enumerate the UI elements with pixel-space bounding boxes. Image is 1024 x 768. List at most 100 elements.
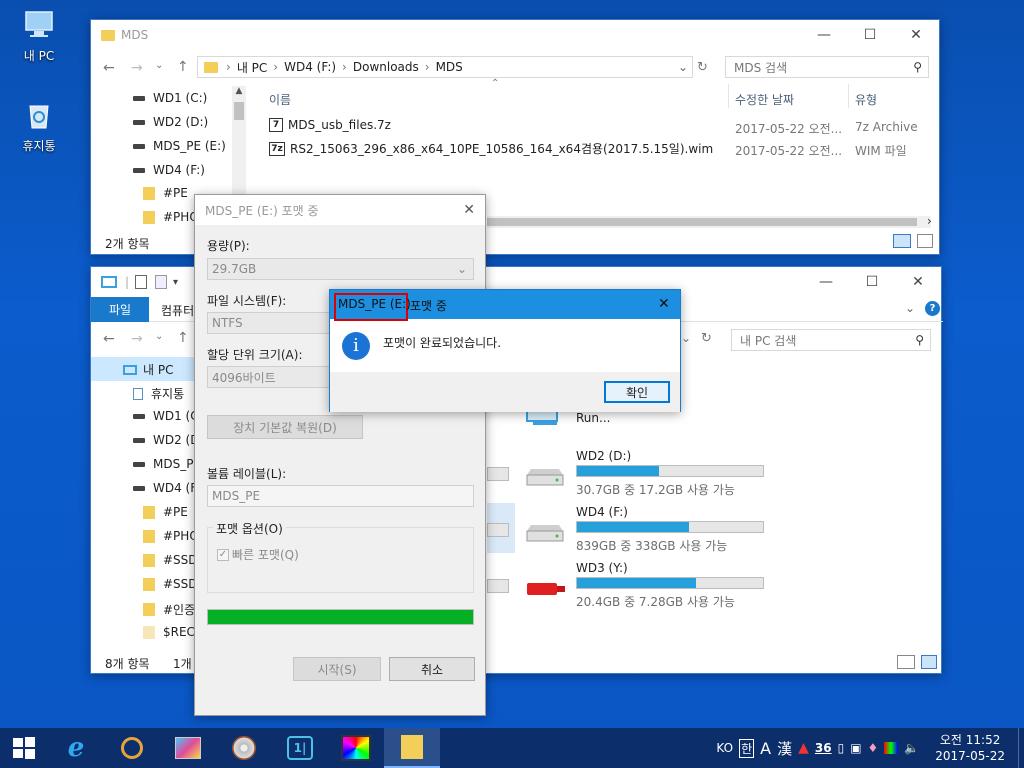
chevron-down-icon[interactable]: ⌄ xyxy=(681,331,691,345)
up-button[interactable]: ↑ xyxy=(177,330,189,346)
forward-button[interactable]: → xyxy=(131,60,143,76)
file-row[interactable]: 7 MDS_usb_files.7z xyxy=(269,118,391,132)
horizontal-scrollbar[interactable] xyxy=(487,216,931,228)
taskbar-image-app[interactable] xyxy=(160,728,216,768)
maximize-button[interactable]: ☐ xyxy=(847,20,893,50)
ime-alpha-icon[interactable]: A xyxy=(760,739,771,758)
tree-item-drive[interactable]: MDS_PE xyxy=(133,457,201,471)
drive-name[interactable]: WD4 (F:) xyxy=(576,505,628,519)
taskbar-color-app[interactable] xyxy=(328,728,384,768)
taskbar-search-app[interactable] xyxy=(104,728,160,768)
search-input[interactable]: MDS 검색 ⚲ xyxy=(725,56,929,78)
tab-computer[interactable]: 컴퓨터 xyxy=(161,302,194,319)
breadcrumb-item[interactable]: MDS xyxy=(436,60,463,74)
allocation-select[interactable]: 4096바이트 xyxy=(207,366,331,388)
back-button[interactable]: ← xyxy=(103,60,115,76)
minimize-button[interactable]: — xyxy=(801,20,847,50)
forward-button[interactable]: → xyxy=(131,331,143,347)
tree-item-drive[interactable]: WD1 (C:) xyxy=(133,91,207,105)
file-system-value: NTFS xyxy=(212,316,243,330)
new-folder-icon[interactable] xyxy=(155,275,168,289)
tree-item-folder[interactable]: #인증 xyxy=(143,601,195,618)
hanja-icon[interactable]: 漢 xyxy=(777,738,792,759)
tree-item-drive[interactable]: WD2 (D:) xyxy=(133,115,208,129)
tree-item-drive[interactable]: WD4 (F:) xyxy=(133,163,205,177)
column-divider[interactable] xyxy=(728,84,729,108)
volume-label-input[interactable]: MDS_PE xyxy=(207,485,474,507)
column-header-type[interactable]: 유형 xyxy=(855,91,877,108)
file-system-select[interactable]: NTFS xyxy=(207,312,331,334)
display-icon[interactable] xyxy=(884,742,899,754)
chevron-down-icon[interactable]: ⌄ xyxy=(678,60,688,74)
scroll-up-icon[interactable]: ▲ xyxy=(232,86,246,96)
desktop-icon-my-pc[interactable]: 내 PC xyxy=(9,8,69,64)
up-button[interactable]: ↑ xyxy=(177,59,189,75)
taskbar-installer[interactable] xyxy=(216,728,272,768)
maximize-button[interactable]: ☐ xyxy=(849,267,895,297)
show-desktop-button[interactable] xyxy=(1018,728,1024,768)
cancel-button[interactable]: 취소 xyxy=(389,657,475,681)
desktop-icon-recycle-bin[interactable]: 휴지통 xyxy=(9,98,69,154)
minimize-button[interactable]: — xyxy=(803,267,849,297)
language-indicator[interactable]: KO xyxy=(716,741,733,755)
customize-qat-icon[interactable]: ▾ xyxy=(173,277,178,288)
breadcrumb-item[interactable]: WD4 (F:) xyxy=(284,60,336,74)
scrollbar-thumb[interactable] xyxy=(487,218,917,226)
ime-mode-icon[interactable]: 한 xyxy=(739,738,755,758)
details-view-icon[interactable] xyxy=(897,655,915,669)
tree-item-drive[interactable]: MDS_PE (E:) xyxy=(133,139,226,153)
tree-item-folder[interactable]: #PE xyxy=(143,505,188,519)
drive-name[interactable]: WD2 (D:) xyxy=(576,449,631,463)
restore-defaults-button[interactable]: 장치 기본값 복원(D) xyxy=(207,415,363,439)
address-bar[interactable]: › 내 PC › WD4 (F:) › Downloads › MDS ⌄ xyxy=(197,56,693,78)
volume-icon[interactable]: 🔈 xyxy=(904,741,919,755)
close-button[interactable]: ✕ xyxy=(658,296,670,312)
column-header-name[interactable]: 이름 xyxy=(269,91,291,108)
close-button[interactable]: ✕ xyxy=(895,267,941,297)
taskbar-file-explorer[interactable] xyxy=(384,728,440,768)
large-icons-view-icon[interactable] xyxy=(917,234,933,248)
start-button[interactable] xyxy=(0,728,48,768)
clock[interactable]: 오전 11:52 2017-05-22 xyxy=(932,732,1008,764)
capacity-select[interactable]: 29.7GB ⌄ xyxy=(207,258,474,280)
tree-item-my-pc[interactable]: 내 PC xyxy=(123,361,173,378)
start-button[interactable]: 시작(S) xyxy=(293,657,381,681)
search-input[interactable]: 내 PC 검색 ⚲ xyxy=(731,329,931,351)
recent-dropdown-icon[interactable]: ⌄ xyxy=(155,60,163,71)
close-button[interactable]: ✕ xyxy=(893,20,939,50)
partial-item-label[interactable]: Run... xyxy=(576,411,610,425)
taskbar-internet-explorer[interactable]: e xyxy=(48,728,104,768)
help-icon[interactable]: ? xyxy=(925,301,940,316)
tree-item-drive[interactable]: WD4 (F: xyxy=(133,481,200,495)
close-button[interactable]: ✕ xyxy=(463,202,475,218)
breadcrumb-item[interactable]: 내 PC xyxy=(237,59,267,76)
recent-dropdown-icon[interactable]: ⌄ xyxy=(155,331,163,342)
refresh-icon[interactable]: ↻ xyxy=(701,331,712,346)
tab-file[interactable]: 파일 xyxy=(91,297,149,322)
tree-item-drive[interactable]: WD1 (C xyxy=(133,409,199,423)
network-icon[interactable]: ▣ xyxy=(850,741,861,755)
tray-number-badge[interactable]: 36 xyxy=(815,741,832,755)
column-divider[interactable] xyxy=(848,84,849,108)
tray-app-red-icon[interactable]: ▲ xyxy=(798,740,809,756)
tree-item-recycle-bin[interactable]: 휴지통 xyxy=(133,385,184,402)
usb-device-icon[interactable]: ▯ xyxy=(838,741,845,755)
ribbon-expand-icon[interactable]: ⌄ xyxy=(905,301,915,315)
details-view-icon[interactable] xyxy=(893,234,911,248)
taskbar-partition-app[interactable]: 1| xyxy=(272,728,328,768)
breadcrumb-item[interactable]: Downloads xyxy=(353,60,419,74)
file-row[interactable]: 7z RS2_15063_296_x86_x64_10PE_10586_164_… xyxy=(269,140,713,157)
drive-name[interactable]: WD3 (Y:) xyxy=(576,561,628,575)
tray-app-pink-icon[interactable]: ♦ xyxy=(868,741,879,755)
tree-item-drive[interactable]: WD2 (D xyxy=(133,433,199,447)
scrollbar-thumb[interactable] xyxy=(234,102,244,120)
large-icons-view-icon[interactable] xyxy=(921,655,937,669)
scroll-right-icon[interactable]: › xyxy=(927,214,932,228)
back-button[interactable]: ← xyxy=(103,331,115,347)
quick-format-checkbox[interactable]: ✓ 빠른 포맷(Q) xyxy=(217,546,299,563)
tree-item-folder[interactable]: #PE xyxy=(143,186,188,200)
properties-icon[interactable] xyxy=(135,275,148,289)
refresh-icon[interactable]: ↻ xyxy=(697,60,708,75)
column-header-modified[interactable]: 수정한 날짜 xyxy=(735,91,794,108)
ok-button[interactable]: 확인 xyxy=(604,381,670,403)
